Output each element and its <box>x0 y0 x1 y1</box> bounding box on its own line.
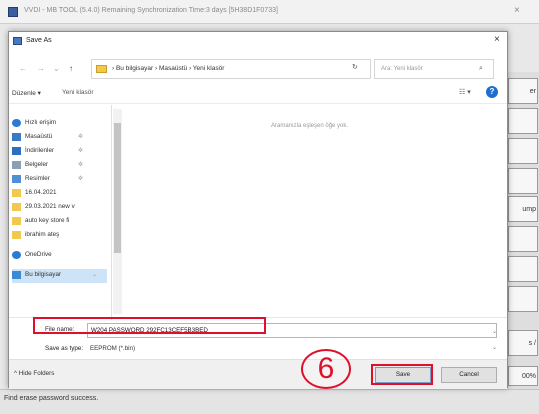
nav-item-5[interactable]: 16.04.2021 <box>12 187 107 201</box>
help-icon[interactable]: ? <box>486 86 498 98</box>
nav-item-label: 29.03.2021 new v <box>25 203 75 210</box>
download-icon <box>12 147 21 155</box>
side-button-7[interactable] <box>508 256 538 282</box>
nav-item-label: Resimler <box>25 175 50 182</box>
save-type-select[interactable]: EEPROM (*.bin) ⌄ <box>87 342 497 356</box>
recent-locations-icon[interactable]: ⌄ <box>53 64 60 73</box>
app-titlebar: VVDI - MB TOOL (5.4.0) Remaining Synchro… <box>0 0 539 24</box>
save-as-dialog: Save As × ← → ⌄ ↑ › Bu bilgisayar › Masa… <box>8 31 508 389</box>
view-options-icon[interactable]: ☷ ▾ <box>459 88 471 96</box>
app-title: VVDI - MB TOOL (5.4.0) Remaining Synchro… <box>24 7 278 14</box>
pin-icon: ✲ <box>78 162 84 168</box>
nav-item-7[interactable]: auto key store fi <box>12 215 107 229</box>
nav-item-9[interactable]: OneDrive <box>12 249 107 263</box>
address-path: › Bu bilgisayar › Masaüstü › Yeni klasör <box>112 65 225 72</box>
folder-icon <box>12 217 21 225</box>
file-name-label: File name: <box>45 326 75 333</box>
up-arrow-icon[interactable]: ↑ <box>69 64 73 73</box>
nav-item-label: Hızlı erişim <box>25 119 57 126</box>
folder-icon <box>12 189 21 197</box>
nav-item-label: Masaüstü <box>25 133 53 140</box>
side-button-6[interactable] <box>508 226 538 252</box>
progress-readout: 00% <box>508 366 538 386</box>
file-fields: File name: W204 PASSWORD 292FC13CEF5B3BE… <box>9 317 507 357</box>
side-button-4[interactable] <box>508 168 538 194</box>
nav-item-6[interactable]: 29.03.2021 new v <box>12 201 107 215</box>
folder-icon <box>12 231 21 239</box>
star-icon <box>12 119 21 127</box>
empty-folder-message: Aramanızla eşleşen öğe yok. <box>271 123 349 129</box>
file-name-dropdown-icon[interactable]: ⌄ <box>492 328 497 335</box>
dialog-titlebar: Save As × <box>9 32 507 50</box>
dialog-icon <box>13 37 22 45</box>
pin-icon: ✲ <box>78 134 84 140</box>
status-bar: Find erase password success. <box>0 389 539 414</box>
dialog-close-icon[interactable]: × <box>494 34 500 45</box>
new-folder-button[interactable]: Yeni klasör <box>62 89 94 96</box>
nav-item-10[interactable]: Bu bilgisayar ⌄ <box>12 269 107 283</box>
pin-icon: ✲ <box>78 148 84 154</box>
organize-menu[interactable]: Düzenle ▾ <box>12 89 41 97</box>
dialog-title: Save As <box>26 37 52 44</box>
forward-arrow-icon[interactable]: → <box>37 64 45 73</box>
save-type-value: EEPROM (*.bin) <box>90 345 136 352</box>
documents-icon <box>12 161 21 169</box>
nav-item-4[interactable]: Resimler ✲ <box>12 173 107 187</box>
nav-pane-scrollbar[interactable] <box>113 109 122 314</box>
step-number-callout: 6 <box>301 349 351 389</box>
side-button-5[interactable]: ump <box>508 196 538 222</box>
side-button-2[interactable] <box>508 108 538 134</box>
nav-item-label: İndirilenler <box>25 147 55 154</box>
save-type-dropdown-icon[interactable]: ⌄ <box>492 344 497 351</box>
side-button-3[interactable] <box>508 138 538 164</box>
refresh-icon[interactable]: ↻ <box>352 63 358 71</box>
desktop-icon <box>12 133 21 141</box>
dialog-footer: ^ Hide Folders Save Cancel <box>9 359 507 389</box>
nav-item-8[interactable]: ibrahim ateş <box>12 229 107 243</box>
navigation-bar: ← → ⌄ ↑ › Bu bilgisayar › Masaüstü › Yen… <box>9 56 507 82</box>
nav-item-3[interactable]: Belgeler ✲ <box>12 159 107 173</box>
search-placeholder: Ara: Yeni klasör <box>381 66 423 72</box>
search-icon: ⌕ <box>479 65 483 72</box>
app-logo-icon <box>8 7 18 17</box>
save-button[interactable]: Save <box>375 367 431 383</box>
expand-chevron-icon[interactable]: ⌄ <box>92 271 97 278</box>
folder-icon <box>12 203 21 211</box>
dialog-toolbar: Düzenle ▾ Yeni klasör ☷ ▾ ? <box>9 82 507 104</box>
nav-item-label: 16.04.2021 <box>25 189 57 196</box>
hide-folders-toggle[interactable]: ^ Hide Folders <box>14 370 54 377</box>
save-type-label: Save as type: <box>45 345 84 352</box>
file-name-input[interactable]: W204 PASSWORD 292FC13CEF5B3BED <box>87 323 497 338</box>
cancel-button[interactable]: Cancel <box>441 367 497 383</box>
search-input[interactable]: Ara: Yeni klasör ⌕ <box>374 59 494 79</box>
scrollbar-thumb[interactable] <box>114 123 121 253</box>
app-close-icon[interactable]: × <box>514 5 520 16</box>
side-button-8[interactable] <box>508 286 538 312</box>
pictures-icon <box>12 175 21 183</box>
nav-item-label: ibrahim ateş <box>25 231 60 238</box>
nav-item-label: Belgeler <box>25 161 49 168</box>
folder-icon <box>96 65 107 73</box>
back-arrow-icon[interactable]: ← <box>19 64 27 73</box>
side-button-1[interactable]: er <box>508 78 538 104</box>
nav-item-label: Bu bilgisayar <box>25 271 62 278</box>
nav-item-2[interactable]: İndirilenler ✲ <box>12 145 107 159</box>
pin-icon: ✲ <box>78 176 84 182</box>
nav-item-0[interactable]: Hızlı erişim <box>12 117 107 131</box>
navigation-pane: Hızlı erişim Masaüstü ✲ İndirilenler ✲ Belgel… <box>9 105 112 320</box>
nav-item-1[interactable]: Masaüstü ✲ <box>12 131 107 145</box>
status-text: Find erase password success. <box>4 395 99 402</box>
nav-item-label: auto key store fi <box>25 217 70 224</box>
file-list-area[interactable]: Aramanızla eşleşen öğe yok. <box>123 105 507 320</box>
side-button-9[interactable]: s / <box>508 330 538 356</box>
nav-item-label: OneDrive <box>25 251 52 258</box>
cloud-icon <box>12 251 21 259</box>
address-bar[interactable]: › Bu bilgisayar › Masaüstü › Yeni klasör… <box>91 59 423 79</box>
computer-icon <box>12 271 21 279</box>
